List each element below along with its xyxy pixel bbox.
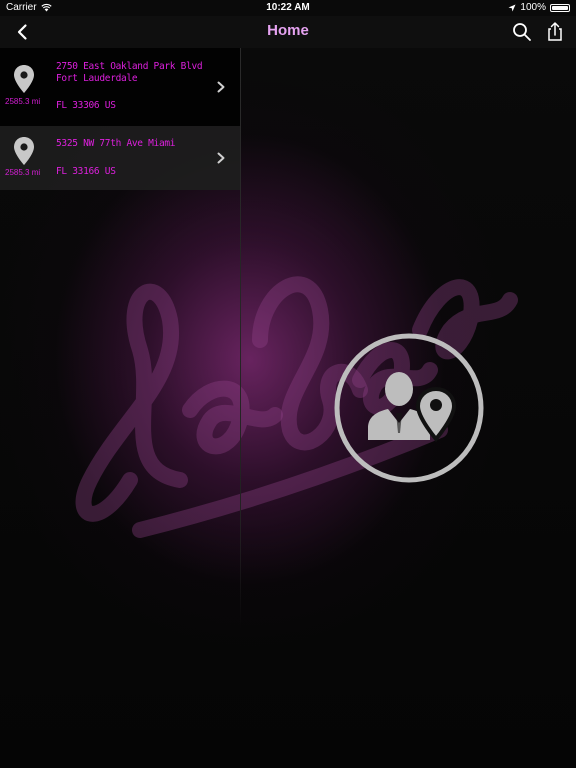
search-icon — [513, 23, 531, 41]
search-button[interactable] — [512, 22, 532, 42]
share-icon — [548, 22, 562, 41]
share-button[interactable] — [546, 21, 564, 43]
list-item[interactable]: 2585.3 mi 5325 NW 77th Ave Miami FL 3316… — [0, 126, 240, 190]
status-right: 100% — [508, 2, 570, 13]
status-bar: Carrier 10:22 AM 100% — [0, 0, 576, 16]
chevron-right-icon — [217, 152, 225, 164]
address-line1: 5325 NW 77th Ave Miami — [56, 138, 176, 149]
map-pin-icon — [14, 65, 34, 93]
user-location-icon — [334, 333, 484, 483]
map-pin-icon — [14, 137, 34, 165]
location-list: 2585.3 mi 2750 East Oakland Park Blvd Fo… — [0, 48, 240, 768]
location-arrow-icon — [508, 4, 516, 11]
user-location-button[interactable] — [334, 333, 484, 483]
distance-label: 2585.3 mi — [5, 97, 41, 106]
distance-label: 2585.3 mi — [5, 168, 41, 177]
list-item[interactable]: 2585.3 mi 2750 East Oakland Park Blvd Fo… — [0, 48, 240, 126]
page-title: Home — [267, 22, 309, 39]
status-time: 10:22 AM — [266, 2, 310, 13]
chevron-right-icon — [217, 81, 225, 93]
address-line3: FL 33306 US — [56, 100, 116, 111]
address-line2: Fort Lauderdale — [56, 73, 138, 84]
nav-bar: Home — [0, 16, 576, 48]
address-line3: FL 33166 US — [56, 166, 116, 177]
address-line1: 2750 East Oakland Park Blvd — [56, 61, 203, 72]
battery-percent: 100% — [520, 2, 546, 13]
battery-icon — [550, 3, 570, 12]
split-divider — [240, 48, 241, 628]
